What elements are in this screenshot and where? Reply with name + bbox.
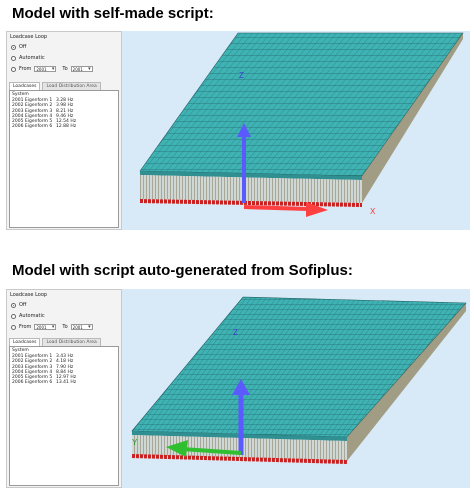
list-item-label: 2003 Eigenform 3	[12, 108, 53, 114]
radio-selected-icon	[11, 44, 16, 50]
list-item[interactable]: 2006 Eigenform 6 13.41 Hz	[10, 380, 118, 385]
radio-off-label: Off	[19, 302, 27, 308]
to-label: To	[62, 324, 68, 330]
radio-from-label: From	[19, 66, 32, 72]
to-select[interactable]: 2001	[70, 324, 93, 330]
list-item[interactable]: 2006 Eigenform 6 12.88 Hz	[10, 124, 118, 129]
tab-loadcases[interactable]: Loadcases	[9, 82, 41, 90]
bridge-model-3d: Z Y	[131, 296, 467, 464]
to-label: To	[62, 66, 68, 72]
panel-tabs: Loadcases Load Distribution Area	[9, 82, 101, 90]
panel-tabs: Loadcases Load Distribution Area	[9, 338, 101, 346]
loadcase-panel-bottom: Loadcase Loop Off Automatic From 2001 To…	[6, 289, 122, 488]
model-viewport-top[interactable]: Z X	[122, 31, 470, 230]
list-item-value: 13.41 Hz	[56, 380, 77, 386]
x-axis-arrow	[243, 205, 309, 211]
y-axis-label: Y	[132, 438, 138, 447]
radio-automatic[interactable]: Automatic	[11, 313, 45, 319]
list-header: System	[12, 348, 29, 353]
radio-from[interactable]: From 2001 To 2001	[11, 324, 93, 330]
tab-load-distribution-area[interactable]: Load Distribution Area	[42, 338, 101, 346]
radio-automatic-label: Automatic	[19, 313, 45, 319]
model-viewport-bottom[interactable]: Z Y	[122, 289, 470, 488]
radio-off[interactable]: Off	[11, 302, 26, 308]
heading-self-made-script: Model with self-made script:	[12, 5, 214, 22]
tab-loadcases[interactable]: Loadcases	[9, 338, 41, 346]
loadcase-loop-title: Loadcase Loop	[10, 292, 48, 298]
radio-icon	[11, 324, 16, 330]
radio-selected-icon	[11, 302, 16, 308]
list-item-label: 2006 Eigenform 6	[12, 124, 53, 130]
x-axis-label: X	[370, 207, 376, 216]
loadcase-panel-top: Loadcase Loop Off Automatic From 2001 To…	[6, 31, 122, 230]
from-select[interactable]: 2001	[34, 66, 57, 72]
list-item-label: 2002 Eigenform 2	[12, 103, 53, 109]
to-select[interactable]: 2001	[70, 66, 93, 72]
list-item-label: 2002 Eigenform 2	[12, 359, 53, 365]
z-axis-label: Z	[239, 71, 244, 80]
radio-off[interactable]: Off	[11, 44, 26, 50]
radio-from[interactable]: From 2001 To 2001	[11, 66, 93, 72]
radio-from-label: From	[19, 324, 32, 330]
from-select[interactable]: 2001	[34, 324, 57, 330]
radio-automatic-label: Automatic	[19, 55, 45, 61]
list-item-label: 2003 Eigenform 3	[12, 364, 53, 370]
radio-icon	[11, 313, 16, 319]
heading-auto-generated-script: Model with script auto-generated from So…	[12, 262, 353, 279]
radio-icon	[11, 66, 16, 72]
z-axis-label: Z	[233, 328, 238, 337]
list-item-value: 12.88 Hz	[56, 124, 77, 130]
radio-icon	[11, 55, 16, 61]
radio-automatic[interactable]: Automatic	[11, 55, 45, 61]
loadcase-list[interactable]: System 2001 Eigenform 1 3.28 Hz 2002 Eige…	[9, 90, 119, 228]
loadcase-list[interactable]: System 2001 Eigenform 1 3.43 Hz 2002 Eige…	[9, 346, 119, 486]
radio-off-label: Off	[19, 44, 27, 50]
list-item-label: 2006 Eigenform 6	[12, 380, 53, 386]
tab-load-distribution-area[interactable]: Load Distribution Area	[42, 82, 101, 90]
bridge-model-3d: Z X	[139, 32, 464, 217]
loadcase-loop-title: Loadcase Loop	[10, 34, 48, 40]
list-header: System	[12, 92, 29, 97]
